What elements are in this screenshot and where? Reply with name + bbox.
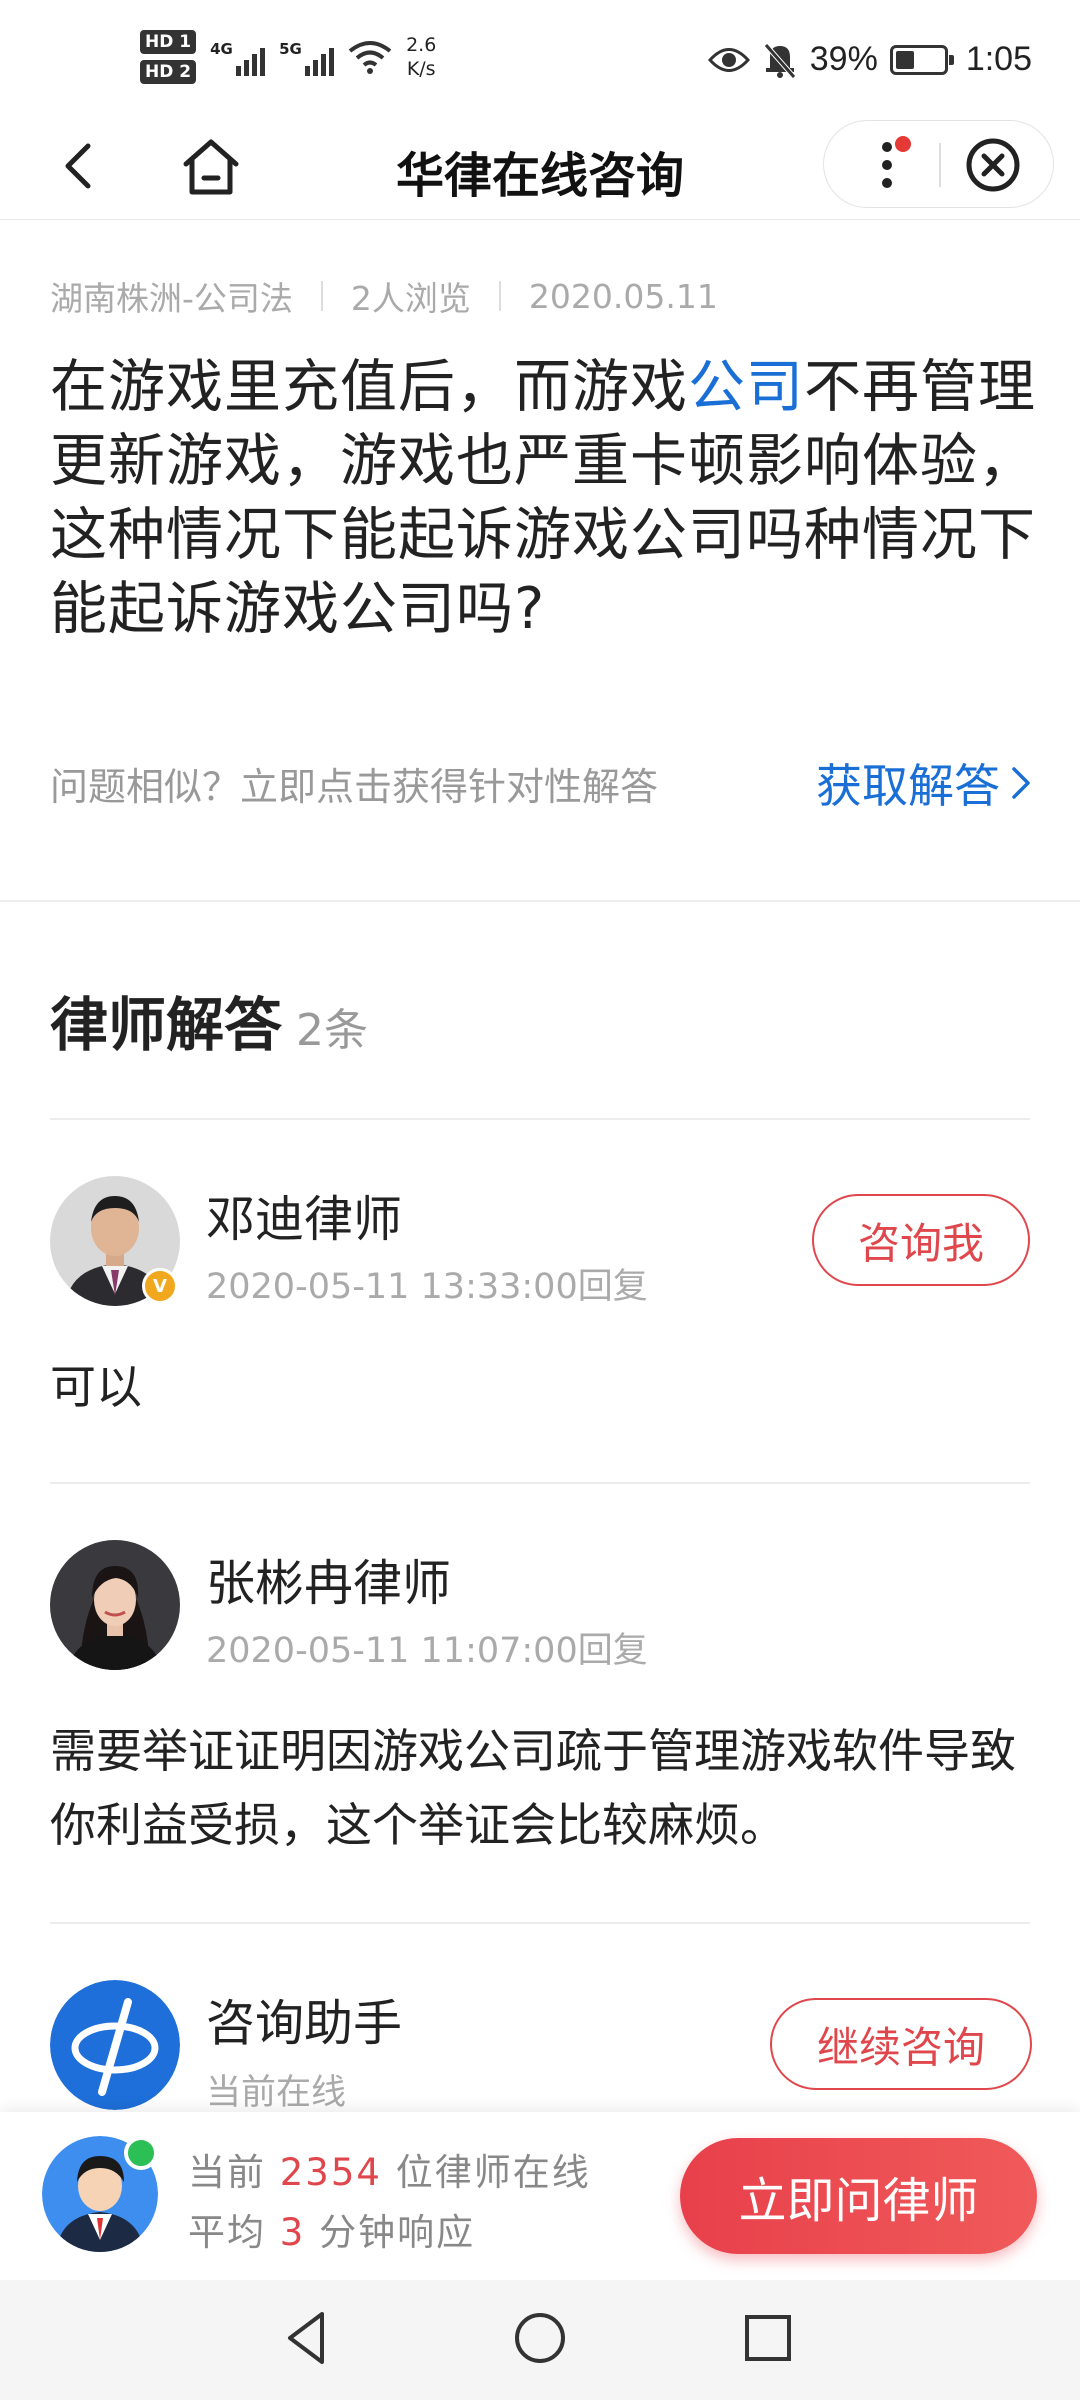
question-date: 2020.05.11 bbox=[528, 276, 718, 316]
nav-back-triangle-icon[interactable] bbox=[276, 2306, 340, 2370]
back-icon[interactable] bbox=[52, 138, 108, 194]
eye-icon bbox=[707, 47, 750, 72]
network-speed: 2.6 K/s bbox=[406, 33, 436, 81]
mini-program-capsule bbox=[823, 120, 1054, 208]
divider bbox=[50, 1118, 1030, 1120]
online-suffix: 位律师在线 bbox=[395, 2151, 591, 2194]
battery-icon bbox=[889, 44, 954, 75]
status-right: 39% 1:05 bbox=[707, 40, 1032, 79]
home-icon[interactable] bbox=[180, 136, 242, 198]
answer-text: 需要举证证明因游戏公司疏于管理游戏软件导致你利益受损，这个举证会比较麻烦。 bbox=[50, 1724, 1016, 1852]
nav-home-circle-icon[interactable] bbox=[508, 2306, 572, 2370]
divider bbox=[50, 1482, 1030, 1484]
similar-prompt: 问题相似？立即点击获得针对性解答 bbox=[50, 765, 659, 809]
sim-indicators: HD 1 HD 2 bbox=[140, 30, 197, 84]
speed-unit: K/s bbox=[406, 58, 436, 80]
system-nav-bar bbox=[0, 2280, 1080, 2400]
sim2-badge: HD 2 bbox=[140, 60, 197, 84]
status-bar: HD 1 HD 2 4G 5G 2.6 K/s 39% 1:05 bbox=[0, 0, 1080, 124]
response-suffix: 分钟响应 bbox=[319, 2211, 476, 2254]
assistant-logo-icon bbox=[50, 1980, 180, 2110]
question-text-start: 在游戏里充值后，而游戏 bbox=[50, 354, 688, 420]
ask-lawyer-button[interactable]: 立即问律师 bbox=[680, 2138, 1037, 2254]
network-label-2: 5G bbox=[279, 40, 302, 58]
answer-text: 可以 bbox=[50, 1360, 142, 1414]
wifi-icon bbox=[348, 41, 392, 74]
bottom-action-bar: 当前 2354 位律师在线 平均 3 分钟响应 立即问律师 bbox=[0, 2112, 1080, 2280]
nav-bar: 华律在线咨询 bbox=[0, 112, 1080, 220]
status-left: HD 1 HD 2 4G 5G 2.6 K/s bbox=[140, 30, 436, 84]
online-count-line: 当前 2354 位律师在线 bbox=[188, 2142, 591, 2196]
reply-time: 2020-05-11 11:07:00回复 bbox=[206, 1631, 648, 1671]
capsule-divider bbox=[939, 143, 941, 187]
divider bbox=[50, 1922, 1030, 1924]
consult-me-button[interactable]: 咨询我 bbox=[812, 1194, 1030, 1286]
bell-off-icon bbox=[763, 42, 796, 79]
answers-heading: 律师解答 2条 bbox=[50, 978, 368, 1062]
sim1-badge: HD 1 bbox=[140, 30, 197, 54]
question-views: 2人浏览 bbox=[350, 279, 471, 318]
meta-separator bbox=[498, 281, 501, 311]
lawyer-avatar[interactable] bbox=[50, 1540, 180, 1670]
response-time-line: 平均 3 分钟响应 bbox=[188, 2202, 475, 2256]
notification-dot bbox=[895, 136, 911, 152]
battery-percent: 39% bbox=[809, 40, 878, 78]
network-label-1: 4G bbox=[210, 40, 233, 58]
continue-consult-button[interactable]: 继续咨询 bbox=[770, 1998, 1032, 2090]
online-prefix: 当前 bbox=[188, 2151, 266, 2194]
get-answer-label: 获取解答 bbox=[816, 759, 1000, 813]
response-prefix: 平均 bbox=[188, 2211, 266, 2254]
nav-recents-square-icon[interactable] bbox=[736, 2306, 800, 2370]
lawyers-online-count: 2354 bbox=[279, 2151, 382, 2194]
signal-4g-icon: 4G bbox=[210, 38, 266, 76]
response-minutes: 3 bbox=[279, 2211, 306, 2254]
lawyer-portrait-icon bbox=[50, 1540, 180, 1670]
more-icon[interactable] bbox=[852, 131, 922, 199]
question-location[interactable]: 湖南株洲-公司法 bbox=[50, 272, 293, 320]
question-text: 在游戏里充值后，而游戏公司不再管理更新游戏，游戏也严重卡顿影响体验，这种情况下能… bbox=[50, 350, 1040, 646]
signal-5g-icon: 5G bbox=[279, 38, 335, 76]
assistant-name[interactable]: 咨询助手 bbox=[206, 1984, 402, 2055]
verified-badge: V bbox=[142, 1268, 178, 1304]
clock: 1:05 bbox=[965, 40, 1032, 78]
reply-time: 2020-05-11 13:33:00回复 bbox=[206, 1267, 648, 1307]
section-divider bbox=[0, 900, 1080, 902]
online-status-dot bbox=[124, 2136, 158, 2170]
meta-separator bbox=[320, 281, 323, 311]
speed-value: 2.6 bbox=[406, 34, 437, 56]
question-keyword-link[interactable]: 公司 bbox=[688, 354, 804, 420]
assistant-avatar[interactable] bbox=[50, 1980, 180, 2110]
answers-title: 律师解答 bbox=[50, 991, 283, 1059]
question-meta: 湖南株洲-公司法 2人浏览 2020.05.11 bbox=[50, 272, 718, 320]
assistant-status: 当前在线 bbox=[206, 2073, 347, 2113]
lawyer-name[interactable]: 张彬冉律师 bbox=[206, 1544, 451, 1615]
lawyer-name[interactable]: 邓迪律师 bbox=[206, 1180, 402, 1251]
answers-count: 2条 bbox=[296, 1005, 369, 1056]
chevron-right-icon bbox=[1012, 767, 1030, 799]
close-icon[interactable] bbox=[958, 131, 1028, 199]
get-answer-link[interactable]: 获取解答 bbox=[816, 750, 1032, 816]
